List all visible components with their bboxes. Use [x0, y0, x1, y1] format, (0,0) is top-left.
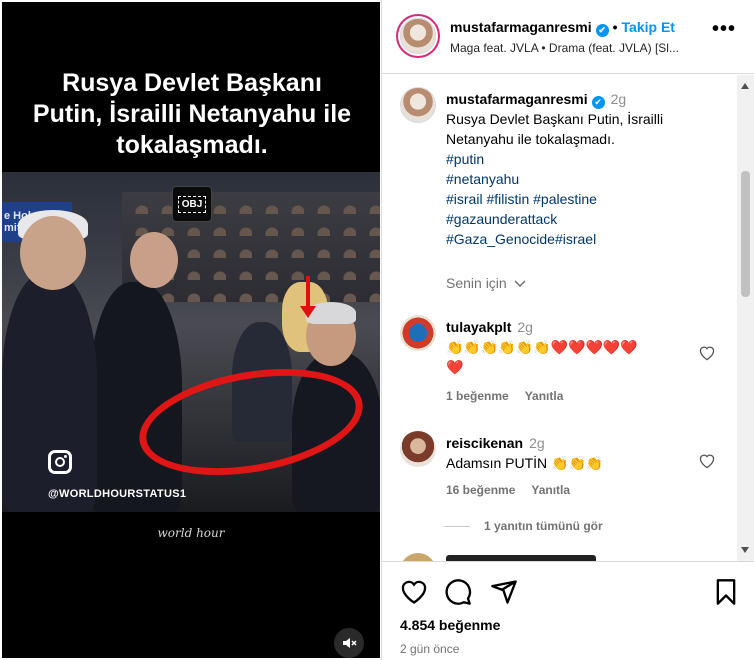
comment-likes[interactable]: 16 beğenme — [446, 483, 515, 497]
hashtag-link[interactable]: #israil #filistin #palestine — [446, 189, 726, 209]
share-send-icon[interactable] — [490, 578, 518, 606]
hashtag-link[interactable]: #gazaunderattack — [446, 209, 726, 229]
comment-time: 2g — [517, 319, 533, 335]
caption-username[interactable]: mustafarmaganresmi — [446, 91, 588, 107]
watermark-handle: @WORLDHOURSTATUS1 — [48, 488, 187, 500]
heart-emojis: ❤️❤️❤️❤️❤️ — [550, 339, 638, 355]
author-username[interactable]: mustafarmaganresmi — [450, 19, 592, 35]
sort-label: Senin için — [446, 275, 507, 291]
audio-subtitle[interactable]: Maga feat. JVLA • Drama (feat. JVLA) [Sl… — [450, 41, 710, 55]
post-modal: Rusya Devlet Başkanı Putin, İsrailli Net… — [0, 0, 754, 660]
commenter-avatar[interactable] — [400, 431, 436, 467]
verified-icon: ✔ — [591, 96, 605, 109]
commenter-avatar[interactable] — [400, 315, 436, 351]
speaker-muted-icon — [343, 638, 357, 648]
obj-badge: OBJ — [172, 186, 212, 222]
more-options-button[interactable]: ••• — [712, 18, 736, 41]
mute-button[interactable] — [334, 628, 364, 658]
hashtag-link[interactable]: #putin — [446, 149, 726, 169]
view-replies-button[interactable]: 1 yanıtın tümünü gör — [444, 519, 603, 533]
comment-text: 👏👏👏👏👏👏❤️❤️❤️❤️❤️ — [446, 337, 702, 357]
comment-body: reiscikenan 2g Adamsın PUTİN 👏👏👏 — [446, 433, 702, 473]
heart-outline-icon — [699, 346, 715, 361]
instagram-icon — [48, 450, 72, 474]
verified-icon: ✔ — [595, 24, 609, 37]
like-comment-button[interactable] — [698, 345, 716, 366]
comments-scrollbar[interactable] — [737, 75, 754, 561]
comments-section: mustafarmaganresmi ✔ 2g Rusya Devlet Başka… — [382, 75, 754, 561]
scrollbar-thumb[interactable] — [741, 171, 750, 297]
reply-button[interactable]: Yanıtla — [531, 483, 570, 497]
comment-item: reiscikenan 2g Adamsın PUTİN 👏👏👏 16 beğen… — [400, 431, 740, 503]
hashtag-link[interactable]: #Gaza_Genocide#israel — [446, 229, 726, 249]
post-timestamp: 2 gün önce — [400, 642, 460, 656]
commenter-avatar[interactable] — [400, 553, 436, 561]
post-sidebar: mustafarmaganresmi ✔ • Takip Et Maga feat. … — [381, 0, 754, 660]
commenter-username[interactable]: tulayakplt — [446, 319, 511, 335]
scroll-up-arrow-icon[interactable] — [741, 83, 749, 89]
caption-avatar[interactable] — [400, 87, 436, 123]
comment-meta: 1 beğenme Yanıtla — [446, 389, 579, 403]
author-line: mustafarmaganresmi ✔ • Takip Et — [450, 19, 675, 37]
author-avatar[interactable] — [400, 18, 436, 54]
person-left — [2, 272, 97, 512]
like-count[interactable]: 4.854 beğenme — [400, 617, 500, 633]
headline-line-1: Rusya Devlet Başkanı — [62, 69, 322, 97]
caption-time: 2g — [610, 91, 627, 107]
video-frame: e Holo mitism OBJ @WORLDHOURSTATUS1 — [2, 172, 380, 512]
post-header: mustafarmaganresmi ✔ • Takip Et Maga feat. … — [382, 0, 754, 74]
reply-button[interactable]: Yanıtla — [525, 389, 564, 403]
post-actions: 4.854 beğenme 2 gün önce — [382, 561, 754, 660]
comment-bubble-icon[interactable] — [444, 578, 472, 606]
comment-sort-dropdown[interactable]: Senin için — [446, 275, 527, 291]
dot-separator: • — [612, 19, 618, 35]
comment-item: tulayakplt 2g 👏👏👏👏👏👏❤️❤️❤️❤️❤️ ❤️ 1 beğen… — [400, 315, 740, 405]
red-arrow-annotation — [300, 276, 316, 318]
heart-emoji-line2: ❤️ — [446, 359, 464, 375]
follow-button[interactable]: Takip Et — [622, 19, 675, 35]
comment-time: 2g — [529, 435, 545, 451]
video-player[interactable]: Rusya Devlet Başkanı Putin, İsrailli Net… — [2, 2, 380, 658]
scroll-down-arrow-icon[interactable] — [741, 547, 749, 553]
hashtag-link[interactable]: #netanyahu — [446, 169, 726, 189]
like-heart-icon[interactable] — [400, 578, 428, 606]
person-putin-head — [130, 232, 178, 288]
comment-text: Adamsın PUTİN 👏👏👏 — [446, 455, 604, 471]
clap-emojis: 👏👏👏👏👏👏 — [446, 339, 551, 355]
comment-likes[interactable]: 1 beğenme — [446, 389, 509, 403]
comment-meta: 16 beğenme Yanıtla — [446, 483, 586, 497]
like-comment-button[interactable] — [698, 453, 716, 474]
video-headline: Rusya Devlet Başkanı Putin, İsrailli Net… — [22, 68, 362, 161]
headline-line-2: Putin, İsrailli Netanyahu ile — [32, 100, 352, 128]
chevron-down-icon — [514, 280, 526, 288]
headline-line-3: tokalaşmadı. — [116, 131, 268, 159]
caption: mustafarmaganresmi ✔ 2g Rusya Devlet Başka… — [446, 89, 726, 249]
comment-body: tulayakplt 2g 👏👏👏👏👏👏❤️❤️❤️❤️❤️ ❤️ — [446, 317, 702, 377]
person-left-head — [20, 216, 86, 290]
footer-watermark: world hour — [157, 526, 225, 540]
person-putin — [90, 282, 182, 512]
obj-badge-label: OBJ — [177, 195, 207, 213]
caption-text: Rusya Devlet Başkanı Putin, İsrailli Net… — [446, 111, 664, 147]
heart-outline-icon — [699, 454, 715, 469]
bookmark-icon[interactable] — [712, 578, 740, 606]
commenter-username[interactable]: reiscikenan — [446, 435, 523, 451]
